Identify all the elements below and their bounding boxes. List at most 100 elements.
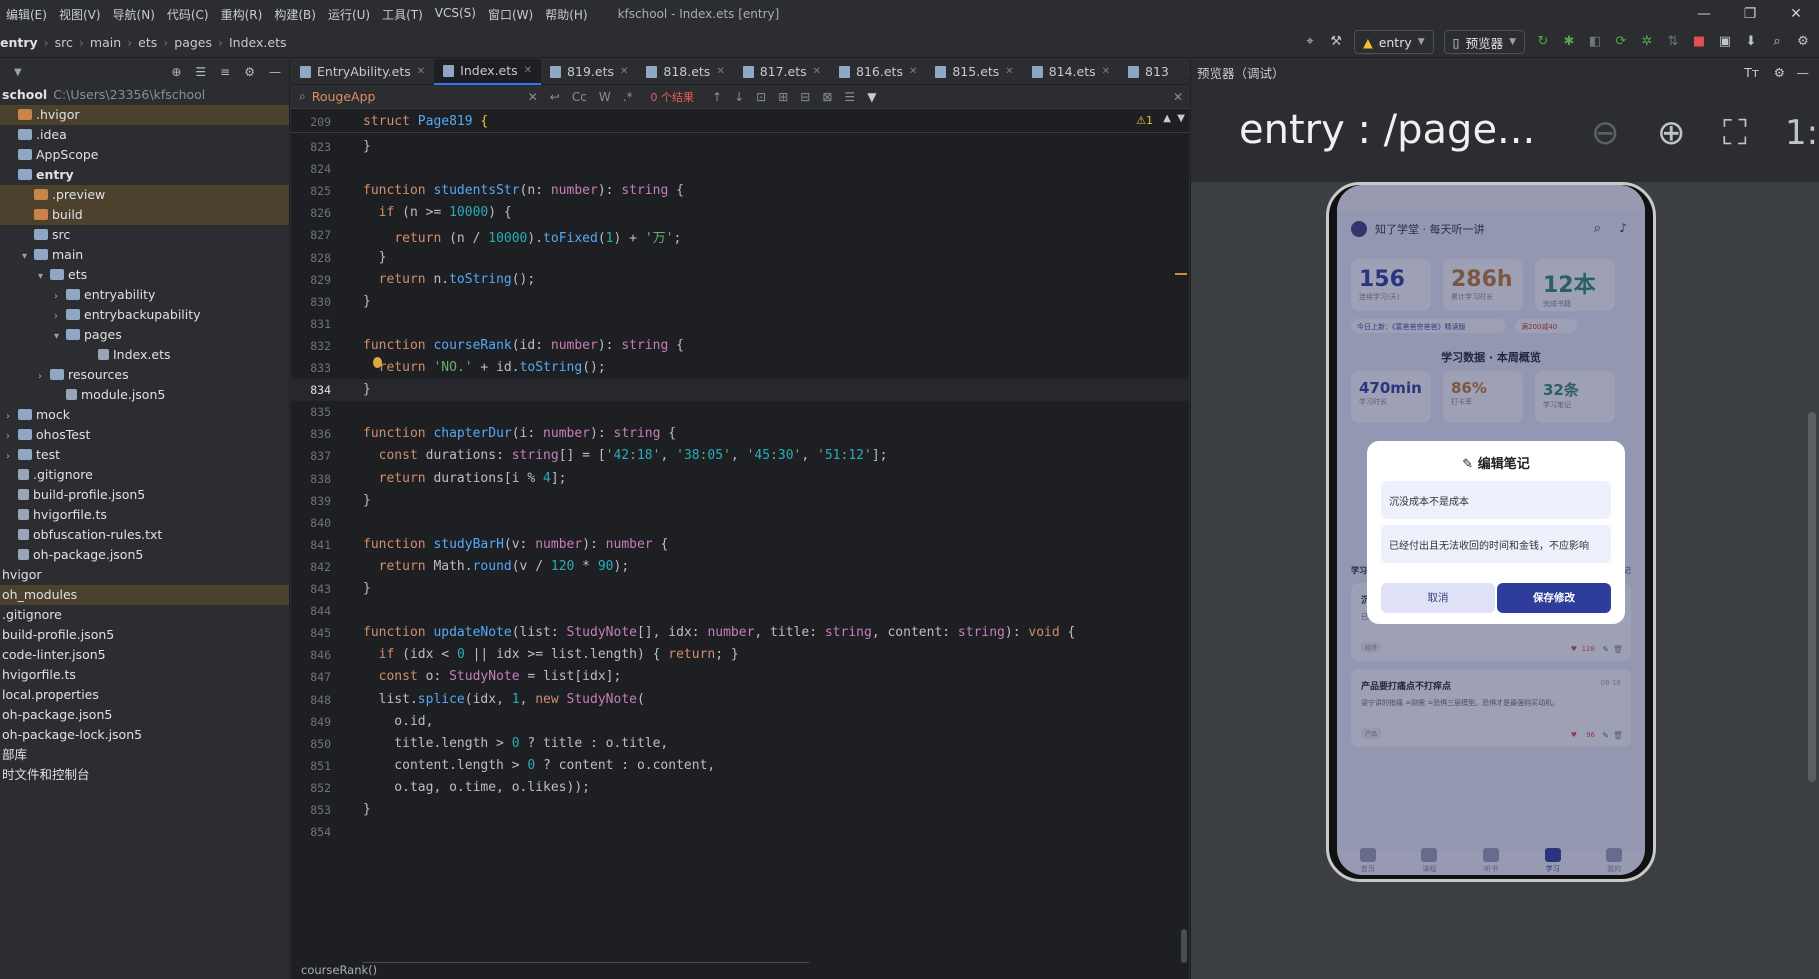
expand-arrow-icon[interactable]: ▾ xyxy=(22,247,34,267)
breadcrumb-item[interactable]: Index.ets xyxy=(229,35,287,50)
tree-item[interactable]: module.json5 xyxy=(0,385,289,405)
refresh-icon[interactable]: ↻ xyxy=(1535,34,1551,50)
cancel-button[interactable]: 取消 xyxy=(1381,583,1495,613)
menu-item[interactable]: 导航(N) xyxy=(107,6,161,23)
close-tab-icon[interactable]: ✕ xyxy=(524,65,532,76)
close-icon[interactable]: ✕ xyxy=(1773,0,1819,28)
hide-icon[interactable]: — xyxy=(269,65,281,79)
menu-item[interactable]: 帮助(H) xyxy=(539,6,593,23)
attach-debugger-icon[interactable]: ✲ xyxy=(1639,34,1655,50)
tree-item[interactable]: Index.ets xyxy=(0,345,289,365)
filter-icon[interactable]: ▼ xyxy=(867,90,876,104)
breadcrumb-item[interactable]: pages xyxy=(174,35,212,50)
tree-item[interactable]: src xyxy=(0,225,289,245)
editor-tab[interactable]: 817.ets ✕ xyxy=(734,59,830,85)
find-input[interactable]: RougeApp xyxy=(312,89,522,104)
regex-toggle[interactable]: .* xyxy=(623,90,633,104)
editor-tab[interactable]: 815.ets ✕ xyxy=(926,59,1022,85)
editor-tab[interactable]: Index.ets ✕ xyxy=(434,58,542,85)
close-icon[interactable]: ✕ xyxy=(1173,90,1183,104)
menu-item[interactable]: 构建(B) xyxy=(268,6,322,23)
tree-item[interactable]: hvigor xyxy=(0,565,289,585)
tree-item[interactable]: code-linter.json5 xyxy=(0,645,289,665)
expand-arrow-icon[interactable]: › xyxy=(6,407,18,427)
remove-cursor-icon[interactable]: ⊟ xyxy=(800,90,810,104)
tree-item[interactable]: entry xyxy=(0,165,289,185)
tree-item[interactable]: oh-package.json5 xyxy=(0,545,289,565)
tree-item[interactable]: hvigorfile.ts xyxy=(0,665,289,685)
editor-tab[interactable]: 819.ets ✕ xyxy=(541,59,637,85)
tree-item[interactable]: ▾ main xyxy=(0,245,289,265)
close-tab-icon[interactable]: ✕ xyxy=(620,66,628,77)
expand-arrow-icon[interactable]: ▾ xyxy=(54,327,66,347)
close-tab-icon[interactable]: ✕ xyxy=(716,66,724,77)
breadcrumb-item[interactable]: main xyxy=(90,35,121,50)
target-icon[interactable]: ⌖ xyxy=(1302,34,1318,50)
profile-icon[interactable]: ◧ xyxy=(1587,34,1603,50)
editor-tab[interactable]: 813 xyxy=(1119,59,1178,85)
search-icon[interactable]: ⌕ xyxy=(1769,34,1785,50)
apply-changes-icon[interactable]: ⇅ xyxy=(1665,34,1681,50)
chevron-down-icon[interactable]: ▼ xyxy=(14,67,22,78)
tree-item[interactable]: ▾ pages xyxy=(0,325,289,345)
expand-all-icon[interactable]: ☰ xyxy=(195,65,206,79)
editor-tab[interactable]: 814.ets ✕ xyxy=(1023,59,1119,85)
clear-icon[interactable]: ✕ xyxy=(528,90,538,104)
close-tab-icon[interactable]: ✕ xyxy=(1005,66,1013,77)
gear-icon[interactable]: ⚙ xyxy=(1774,65,1785,80)
rerun-icon[interactable]: ⟳ xyxy=(1613,34,1629,50)
warning-marker[interactable] xyxy=(1175,273,1187,275)
tree-item[interactable]: local.properties xyxy=(0,685,289,705)
tree-item[interactable]: .idea xyxy=(0,125,289,145)
expand-arrow-icon[interactable]: › xyxy=(54,307,66,327)
match-case-toggle[interactable]: Cc xyxy=(572,90,587,104)
menu-item[interactable]: 运行(U) xyxy=(322,6,376,23)
tree-item[interactable]: 部库 xyxy=(0,745,289,765)
tree-item[interactable]: hvigorfile.ts xyxy=(0,505,289,525)
tree-item[interactable]: oh_modules xyxy=(0,585,289,605)
tree-item[interactable]: oh-package-lock.json5 xyxy=(0,725,289,745)
expand-arrow-icon[interactable]: › xyxy=(6,447,18,467)
tree-item[interactable]: › test xyxy=(0,445,289,465)
tree-item[interactable]: › entrybackupability xyxy=(0,305,289,325)
stop-icon[interactable]: ■ xyxy=(1691,34,1707,50)
gear-icon[interactable]: ⚙ xyxy=(244,65,255,79)
tree-item[interactable]: .gitignore xyxy=(0,605,289,625)
close-tab-icon[interactable]: ✕ xyxy=(1102,66,1110,77)
build-hammer-icon[interactable]: ⚒ xyxy=(1328,34,1344,50)
breadcrumb-item[interactable]: ets xyxy=(138,35,157,50)
close-tab-icon[interactable]: ✕ xyxy=(813,66,821,77)
tree-item[interactable]: obfuscation-rules.txt xyxy=(0,525,289,545)
note-title-input[interactable]: 沉没成本不是成本 xyxy=(1381,481,1611,519)
project-root[interactable]: school C:\Users\23356\kfschool xyxy=(0,85,289,105)
menu-item[interactable]: VCS(S) xyxy=(429,6,482,23)
gear-icon[interactable]: ⚙ xyxy=(1795,34,1811,50)
menu-item[interactable]: 视图(V) xyxy=(53,6,107,23)
close-tab-icon[interactable]: ✕ xyxy=(417,66,425,77)
sdk-icon[interactable]: ⬇ xyxy=(1743,34,1759,50)
warning-count[interactable]: ⚠1 xyxy=(1136,114,1153,127)
select-occurrences-icon[interactable]: ⊠ xyxy=(822,90,832,104)
preview-scrollbar[interactable] xyxy=(1808,412,1816,782)
expand-arrow-icon[interactable]: › xyxy=(6,427,18,447)
save-button[interactable]: 保存修改 xyxy=(1497,583,1611,613)
chevron-down-icon[interactable]: ▼ xyxy=(1177,113,1185,124)
tree-item[interactable]: › resources xyxy=(0,365,289,385)
tree-item[interactable]: .hvigor xyxy=(0,105,289,125)
menu-item[interactable]: 编辑(E) xyxy=(0,6,53,23)
sticky-scroll-line[interactable]: 209 struct Page819 { ⚠1 ▲ ▼ xyxy=(291,111,1189,133)
note-content-input[interactable]: 已经付出且无法收回的时间和金钱，不应影响 xyxy=(1381,525,1611,563)
restore-icon[interactable]: ❐ xyxy=(1727,0,1773,28)
fit-screen-icon[interactable]: ⛶ xyxy=(1723,113,1747,153)
menu-item[interactable]: 重构(R) xyxy=(215,6,269,23)
tree-item[interactable]: .preview xyxy=(0,185,289,205)
tree-item[interactable]: › entryability xyxy=(0,285,289,305)
tree-item[interactable]: build-profile.json5 xyxy=(0,625,289,645)
editor-tab[interactable]: EntryAbility.ets ✕ xyxy=(291,59,434,85)
tree-item[interactable]: › ohosTest xyxy=(0,425,289,445)
debug-bug-icon[interactable]: ✱ xyxy=(1561,34,1577,50)
editor-tab[interactable]: 816.ets ✕ xyxy=(830,59,926,85)
filter-lines-icon[interactable]: ☰ xyxy=(844,90,855,104)
tree-item[interactable]: build-profile.json5 xyxy=(0,485,289,505)
breadcrumb-item[interactable]: src xyxy=(55,35,73,50)
